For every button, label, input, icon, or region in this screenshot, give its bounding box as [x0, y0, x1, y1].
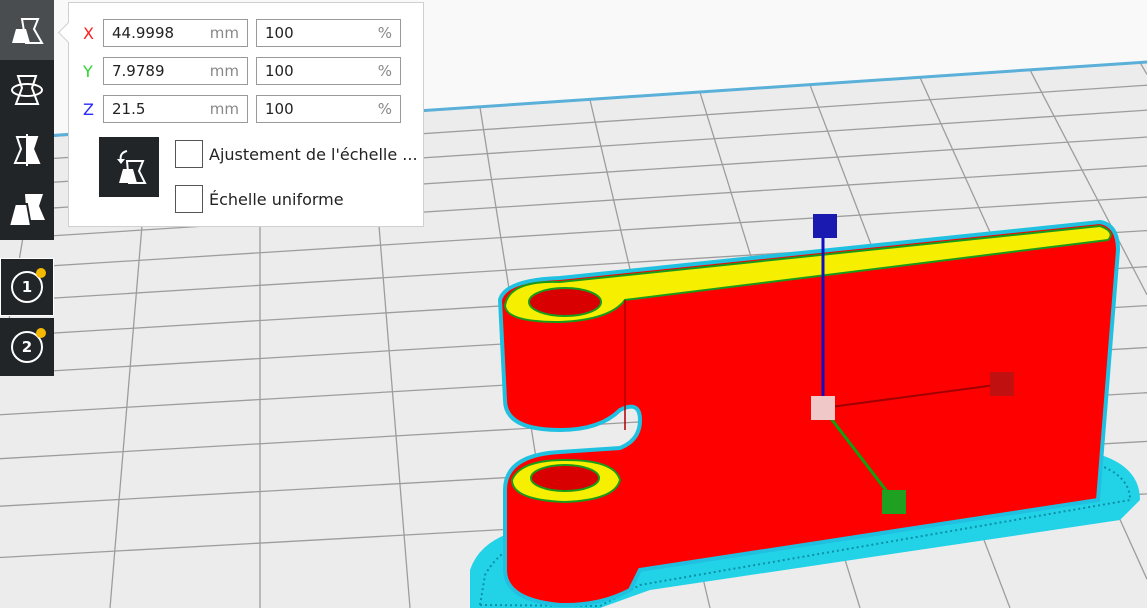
unit-label: % [377, 24, 392, 42]
uniform-scaling-checkbox[interactable]: Échelle uniforme [175, 185, 344, 213]
extruder-badge: 2 [11, 328, 46, 363]
unit-label: mm [209, 24, 239, 42]
rotate-tool-button[interactable] [0, 60, 54, 120]
x-percent-value: 100 [265, 24, 294, 42]
axis-label-z: Z [83, 99, 94, 119]
extruder-number: 1 [21, 278, 33, 296]
extruder-number: 2 [21, 338, 33, 356]
z-scale-handle[interactable] [813, 214, 837, 238]
y-mm-value: 7.9789 [112, 62, 165, 80]
checkbox-box[interactable] [175, 185, 203, 213]
unit-label: mm [209, 62, 239, 80]
extruder-1-button[interactable]: 1 [0, 258, 54, 316]
snap-scaling-label: Ajustement de l'échelle ... [209, 144, 418, 164]
y-percent-input[interactable]: 100% [256, 57, 401, 85]
scale-row-z: Z 21.5 mm 100% [83, 94, 409, 124]
checkbox-box[interactable] [175, 140, 203, 168]
z-mm-value: 21.5 [112, 100, 146, 118]
mirror-icon [13, 134, 41, 166]
reset-scale-button[interactable] [99, 137, 159, 197]
material-dot [36, 268, 46, 278]
z-percent-input[interactable]: 100% [256, 95, 401, 123]
unit-label: % [377, 100, 392, 118]
x-mm-value: 44.9998 [112, 24, 175, 42]
y-percent-value: 100 [265, 62, 294, 80]
rotate-icon [11, 75, 43, 105]
uniform-scale-handle[interactable] [811, 396, 835, 420]
mirror-tool-button[interactable] [0, 120, 54, 180]
axis-label-y: Y [83, 61, 93, 81]
unit-label: mm [209, 100, 239, 118]
per-model-settings-button[interactable] [0, 180, 54, 240]
axis-label-x: X [83, 23, 94, 43]
unit-label: % [377, 62, 392, 80]
material-dot [36, 328, 46, 338]
scale-row-y: Y 7.9789 mm 100% [83, 56, 409, 86]
x-mm-input[interactable]: 44.9998 mm [103, 19, 248, 47]
scale-icon [12, 18, 44, 44]
reset-scale-icon [117, 150, 147, 184]
snap-scaling-checkbox[interactable]: Ajustement de l'échelle ... [175, 140, 418, 168]
scale-panel: X 44.9998 mm 100% Y 7.9789 mm 100% Z 21.5 m… [57, 2, 424, 227]
uniform-scaling-label: Échelle uniforme [209, 189, 344, 209]
scale-row-x: X 44.9998 mm 100% [83, 18, 409, 48]
z-mm-input[interactable]: 21.5 mm [103, 95, 248, 123]
z-percent-value: 100 [265, 100, 294, 118]
extruder-2-button[interactable]: 2 [0, 318, 54, 376]
extruder-badge: 1 [11, 268, 46, 303]
y-scale-handle[interactable] [882, 490, 906, 514]
tool-toolbar [0, 0, 54, 240]
per-model-settings-icon [7, 194, 45, 227]
scale-tool-button[interactable] [0, 0, 54, 60]
x-percent-input[interactable]: 100% [256, 19, 401, 47]
y-mm-input[interactable]: 7.9789 mm [103, 57, 248, 85]
x-scale-handle[interactable] [990, 372, 1014, 396]
